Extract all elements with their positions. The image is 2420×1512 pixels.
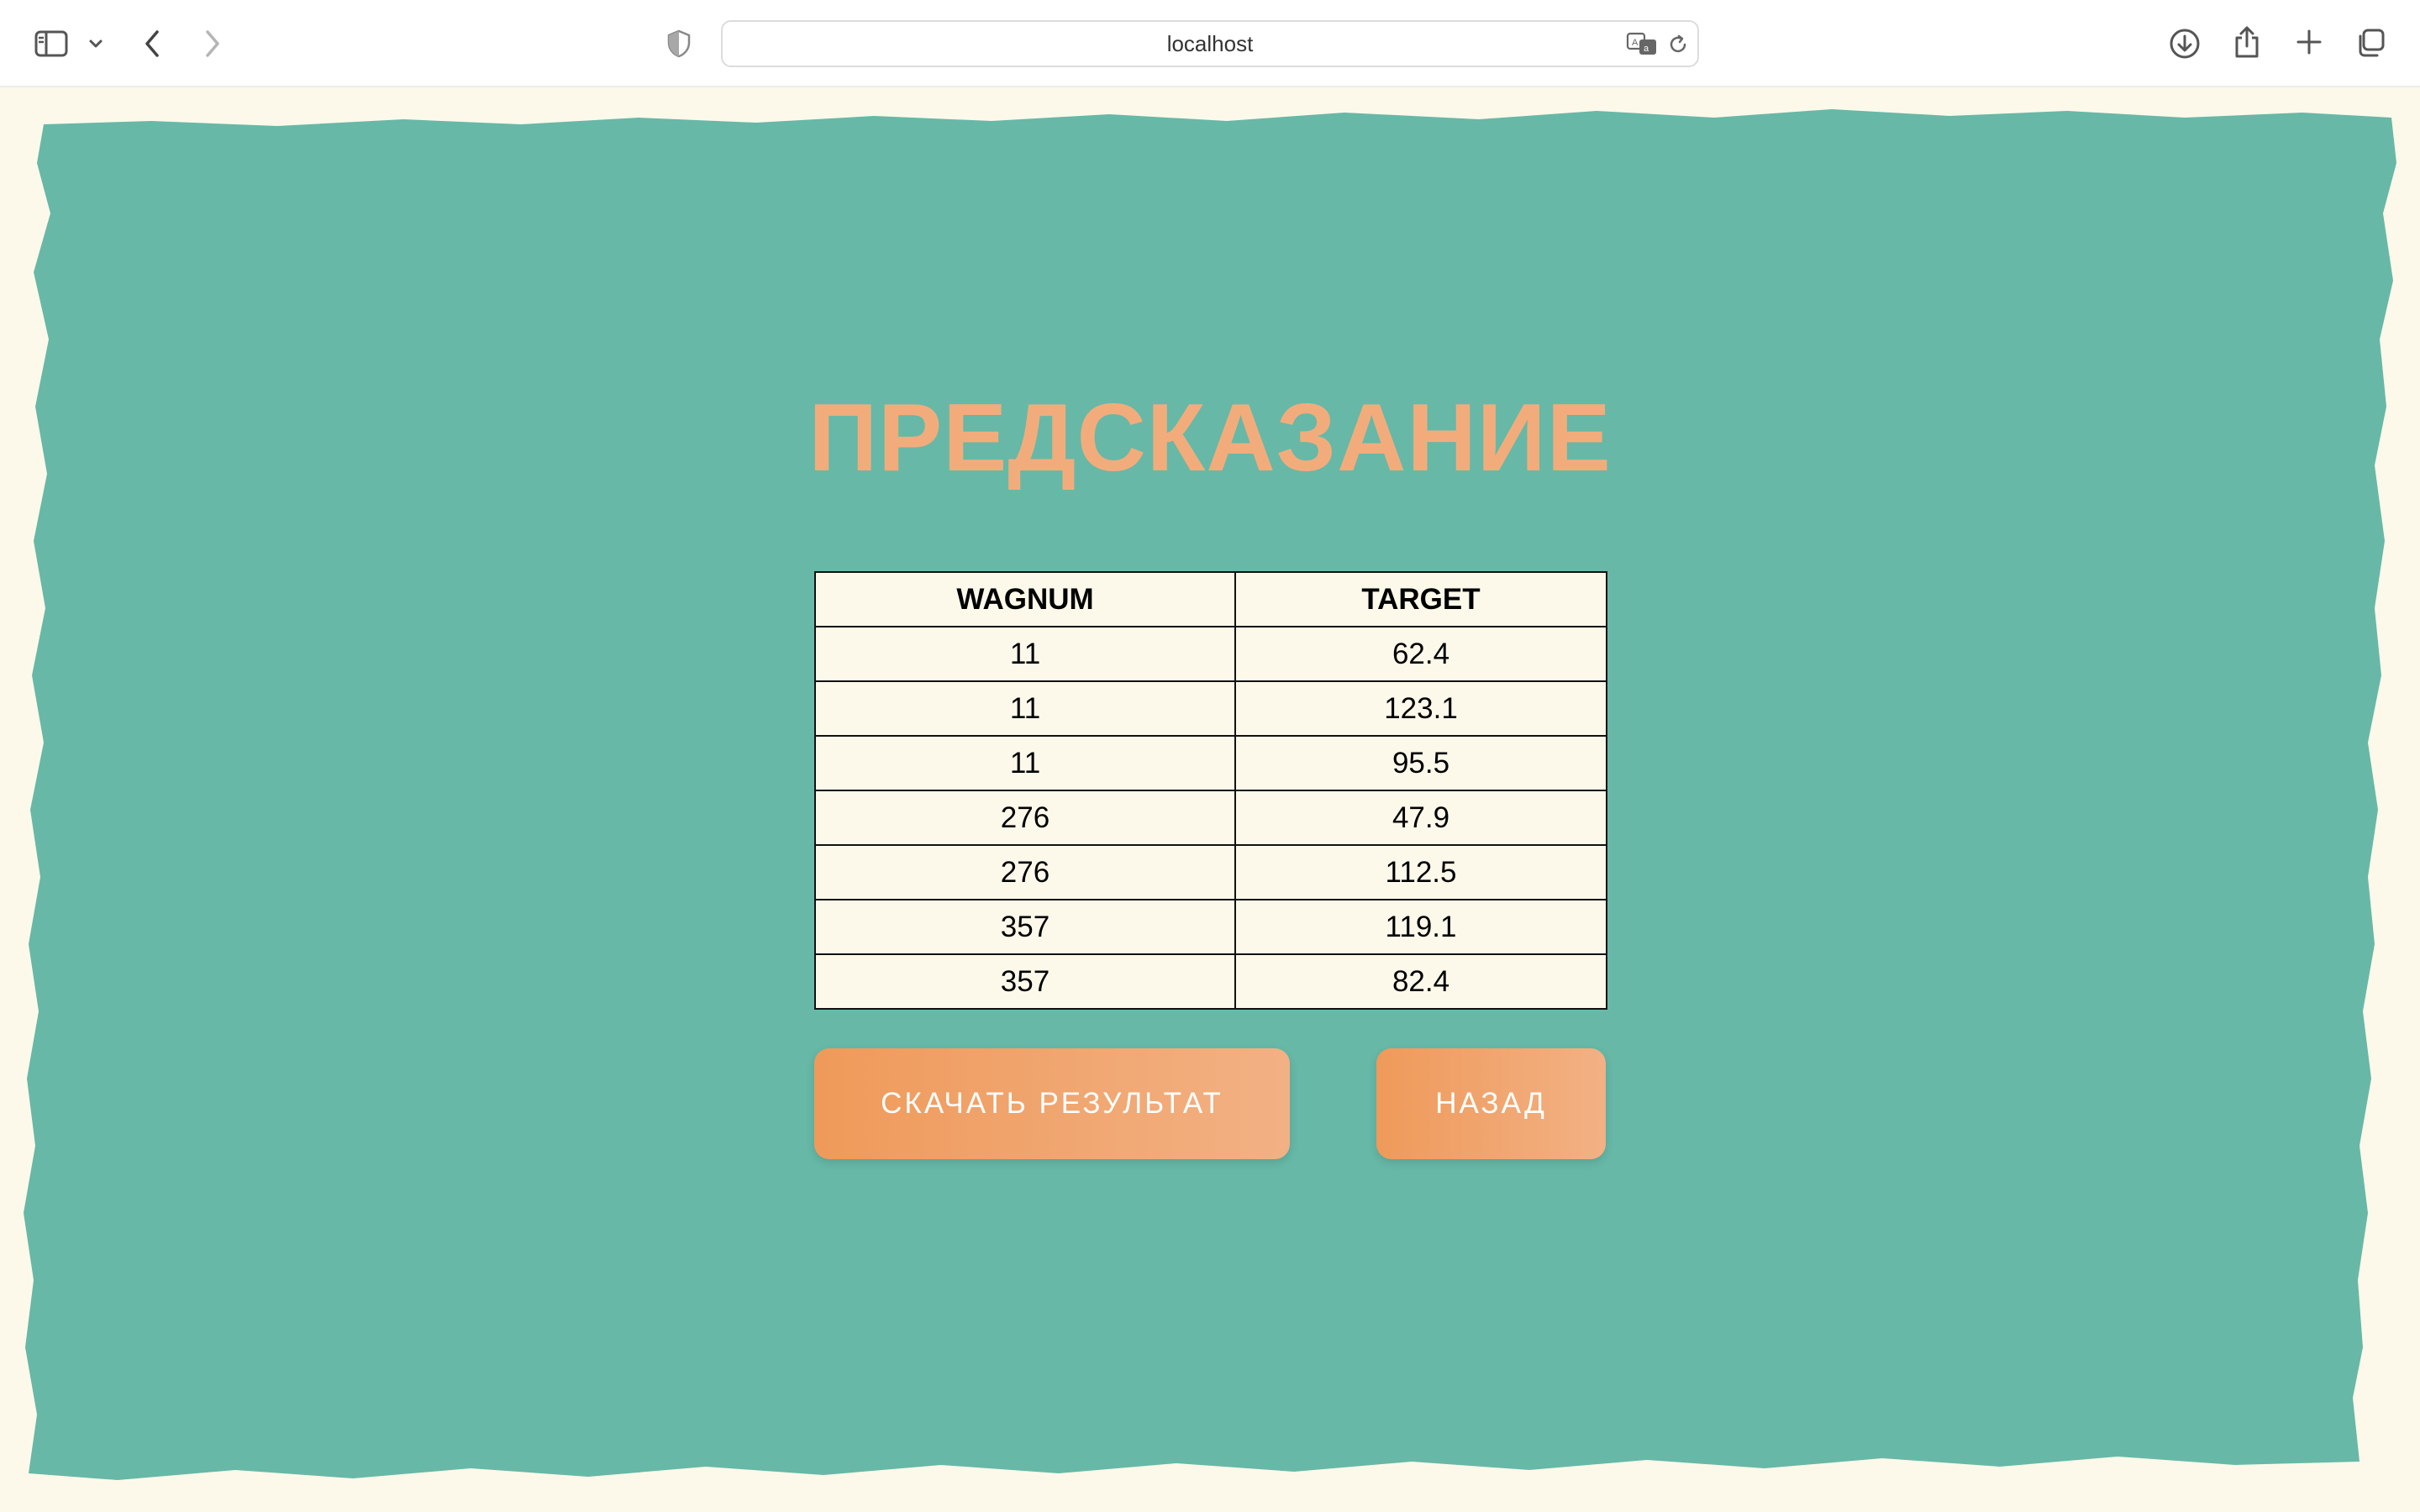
reload-icon[interactable] bbox=[1665, 32, 1691, 57]
table-cell-target: 95.5 bbox=[1234, 735, 1607, 791]
table-cell-wagnum: 357 bbox=[814, 953, 1236, 1010]
table-row: 11 62.4 bbox=[814, 626, 1607, 682]
table-cell-wagnum: 11 bbox=[814, 735, 1236, 791]
results-table: WAGNUM TARGET 11 62.4 11 123.1 11 95.5 2… bbox=[814, 571, 1607, 1010]
table-cell-wagnum: 276 bbox=[814, 790, 1236, 846]
table-row: 11 95.5 bbox=[814, 735, 1607, 791]
results-table-container[interactable]: WAGNUM TARGET 11 62.4 11 123.1 11 95.5 2… bbox=[814, 571, 1607, 1084]
table-cell-target: 123.1 bbox=[1234, 680, 1607, 737]
table-row: 276 112.5 bbox=[814, 844, 1607, 900]
back-button[interactable]: НАЗАД bbox=[1376, 1048, 1606, 1159]
url-text: localhost bbox=[1166, 30, 1254, 56]
plus-icon[interactable] bbox=[2292, 25, 2326, 59]
tabs-overview-icon[interactable] bbox=[2353, 25, 2388, 60]
translate-icon[interactable]: A a bbox=[1625, 29, 1660, 59]
page-content: ПРЕДСКАЗАНИЕ WAGNUM TARGET 11 62.4 11 12… bbox=[0, 87, 2420, 1512]
download-result-button[interactable]: СКАЧАТЬ РЕЗУЛЬТАТ bbox=[814, 1048, 1290, 1159]
download-icon[interactable] bbox=[2166, 25, 2203, 62]
table-cell-target: 47.9 bbox=[1234, 790, 1607, 846]
table-cell-wagnum: 11 bbox=[814, 680, 1236, 737]
forward-icon[interactable] bbox=[198, 25, 227, 62]
sidebar-icon[interactable] bbox=[32, 27, 71, 60]
table-cell-target: 62.4 bbox=[1234, 626, 1607, 682]
table-cell-target: 112.5 bbox=[1234, 844, 1607, 900]
chevron-down-icon[interactable] bbox=[86, 34, 106, 54]
svg-text:A: A bbox=[1632, 38, 1639, 48]
table-header-row: WAGNUM TARGET bbox=[814, 571, 1607, 627]
share-icon[interactable] bbox=[2230, 22, 2264, 62]
column-header-wagnum: WAGNUM bbox=[814, 571, 1236, 627]
table-row: 276 47.9 bbox=[814, 790, 1607, 846]
browser-toolbar: localhost A a bbox=[0, 0, 2420, 87]
column-header-target: TARGET bbox=[1234, 571, 1607, 627]
table-row: 11 123.1 bbox=[814, 680, 1607, 737]
address-bar[interactable]: localhost A a bbox=[721, 20, 1699, 67]
table-cell-target: 119.1 bbox=[1234, 899, 1607, 955]
table-cell-target: 82.4 bbox=[1234, 953, 1607, 1010]
table-cell-wagnum: 357 bbox=[814, 899, 1236, 955]
table-row: 357 119.1 bbox=[814, 899, 1607, 955]
back-icon[interactable] bbox=[138, 25, 166, 62]
page-title: ПРЕДСКАЗАНИЕ bbox=[808, 385, 1612, 491]
table-cell-wagnum: 11 bbox=[814, 626, 1236, 682]
privacy-shield-icon[interactable] bbox=[664, 27, 694, 60]
svg-text:a: a bbox=[1644, 44, 1649, 54]
table-cell-wagnum: 276 bbox=[814, 844, 1236, 900]
table-row: 357 82.4 bbox=[814, 953, 1607, 1010]
